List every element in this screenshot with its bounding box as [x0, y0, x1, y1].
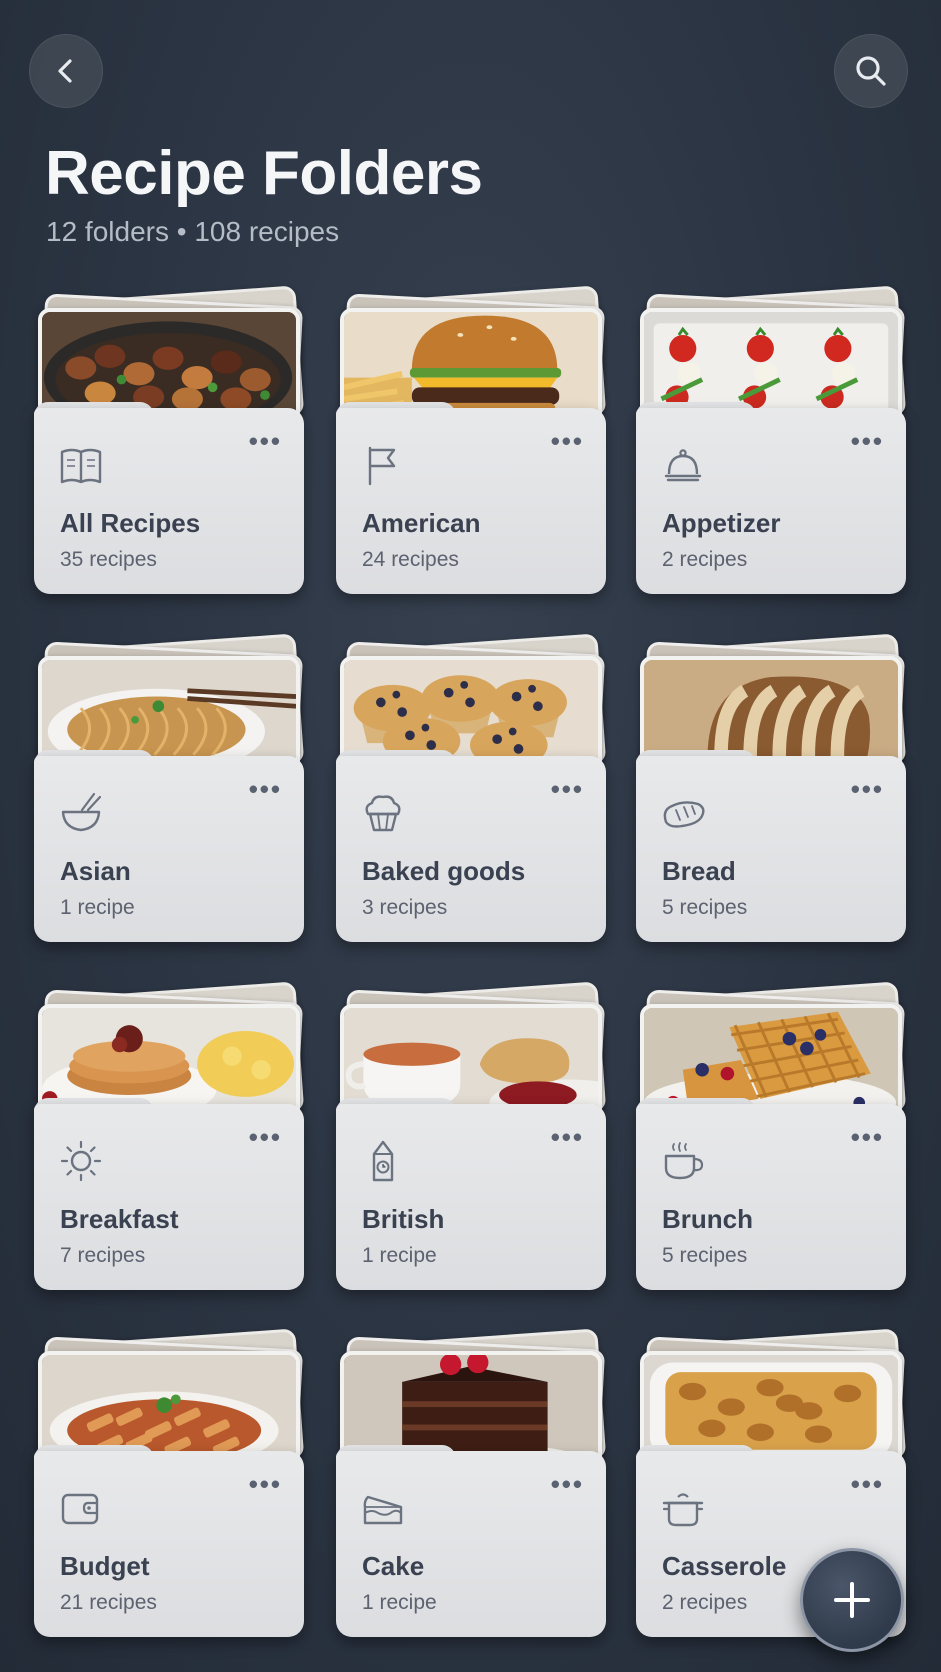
folder-recipe-count: 21 recipes	[60, 1591, 157, 1614]
folder-card[interactable]: ••• Appetizer 2 recipes	[636, 284, 907, 614]
folder-card[interactable]: ••• Breakfast 7 recipes	[34, 980, 305, 1310]
bowl-chopsticks-icon	[61, 792, 102, 832]
folder-name: Cake	[362, 1551, 425, 1581]
more-options-button[interactable]: •••	[551, 428, 584, 454]
folder-card[interactable]: ••• Brunch 5 recipes	[636, 980, 907, 1310]
folder-body: ••• Budget 21 recipes	[34, 1451, 304, 1637]
folder-body: ••• Asian 1 recipe	[34, 756, 304, 942]
folder-card[interactable]: ••• American 24 recipes	[336, 284, 607, 614]
folder-card[interactable]: ••• Cake 1 recipe	[336, 1327, 607, 1657]
clock-tower-icon	[372, 1140, 394, 1182]
folder-recipe-count: 1 recipe	[60, 896, 135, 919]
folder-body: ••• Cake 1 recipe	[336, 1451, 606, 1637]
folder-recipe-count: 2 recipes	[662, 1591, 748, 1614]
folder-card[interactable]: ••• Asian 1 recipe	[34, 632, 305, 962]
more-options-button[interactable]: •••	[551, 1124, 584, 1150]
folder-body: ••• All Recipes 35 recipes	[34, 408, 304, 594]
more-options-button[interactable]: •••	[851, 776, 884, 802]
folder-card[interactable]: ••• British 1 recipe	[336, 980, 607, 1310]
more-options-button[interactable]: •••	[851, 1471, 884, 1497]
plus-icon	[834, 1582, 870, 1618]
folder-recipe-count: 3 recipes	[362, 896, 448, 919]
folder-body: ••• Baked goods 3 recipes	[336, 756, 606, 942]
add-folder-button[interactable]	[800, 1548, 904, 1652]
more-options-button[interactable]: •••	[851, 428, 884, 454]
more-options-button[interactable]: •••	[249, 776, 282, 802]
folder-recipe-count: 7 recipes	[60, 1244, 146, 1267]
folder-card[interactable]: ••• Baked goods 3 recipes	[336, 632, 607, 962]
folder-name: Baked goods	[362, 856, 526, 886]
cake-slice-icon	[363, 1495, 403, 1525]
folder-card[interactable]: ••• Budget 21 recipes	[34, 1327, 305, 1657]
coffee-cup-icon	[664, 1142, 704, 1180]
page-subtitle: 12 folders • 108 recipes	[46, 216, 340, 247]
folder-name: All Recipes	[60, 508, 201, 538]
folder-recipe-count: 35 recipes	[60, 548, 157, 571]
folder-card[interactable]: ••• All Recipes 35 recipes	[34, 284, 305, 614]
folder-name: Bread	[662, 856, 736, 886]
folder-name: Budget	[60, 1551, 150, 1581]
folder-body: ••• Bread 5 recipes	[636, 756, 906, 942]
folder-body: ••• Appetizer 2 recipes	[636, 408, 906, 594]
sun-icon	[60, 1140, 102, 1182]
folder-recipe-count: 5 recipes	[662, 896, 748, 919]
cloche-icon	[664, 449, 702, 482]
more-options-button[interactable]: •••	[249, 1471, 282, 1497]
more-options-button[interactable]: •••	[249, 428, 282, 454]
folder-body: ••• American 24 recipes	[336, 408, 606, 594]
folder-body: ••• Breakfast 7 recipes	[34, 1104, 304, 1290]
page-title: Recipe Folders	[45, 139, 483, 208]
folder-recipe-count: 1 recipe	[362, 1244, 437, 1267]
folder-body: ••• British 1 recipe	[336, 1104, 606, 1290]
book-icon	[60, 448, 102, 484]
folder-name: Breakfast	[60, 1204, 179, 1234]
search-button[interactable]	[834, 34, 908, 108]
wallet-icon	[61, 1493, 99, 1525]
folder-recipe-count: 2 recipes	[662, 548, 748, 571]
pot-icon	[662, 1493, 704, 1527]
more-options-button[interactable]: •••	[249, 1124, 282, 1150]
muffin-icon	[365, 795, 401, 832]
folder-name: British	[362, 1204, 445, 1234]
folder-recipe-count: 5 recipes	[662, 1244, 748, 1267]
folder-name: Brunch	[662, 1204, 753, 1234]
chevron-left-icon	[58, 59, 72, 83]
folder-name: Asian	[60, 856, 131, 886]
bread-icon	[663, 801, 705, 828]
folder-recipe-count: 24 recipes	[362, 548, 459, 571]
flag-icon	[368, 446, 396, 486]
folder-name: Appetizer	[662, 508, 781, 538]
folder-card[interactable]: ••• Bread 5 recipes	[636, 632, 907, 962]
more-options-button[interactable]: •••	[551, 776, 584, 802]
more-options-button[interactable]: •••	[551, 1471, 584, 1497]
folder-name: American	[362, 508, 481, 538]
folder-name: Casserole	[662, 1551, 787, 1581]
back-button[interactable]	[29, 34, 103, 108]
more-options-button[interactable]: •••	[851, 1124, 884, 1150]
folder-body: ••• Brunch 5 recipes	[636, 1104, 906, 1290]
search-icon	[856, 56, 886, 86]
folder-recipe-count: 1 recipe	[362, 1591, 437, 1614]
